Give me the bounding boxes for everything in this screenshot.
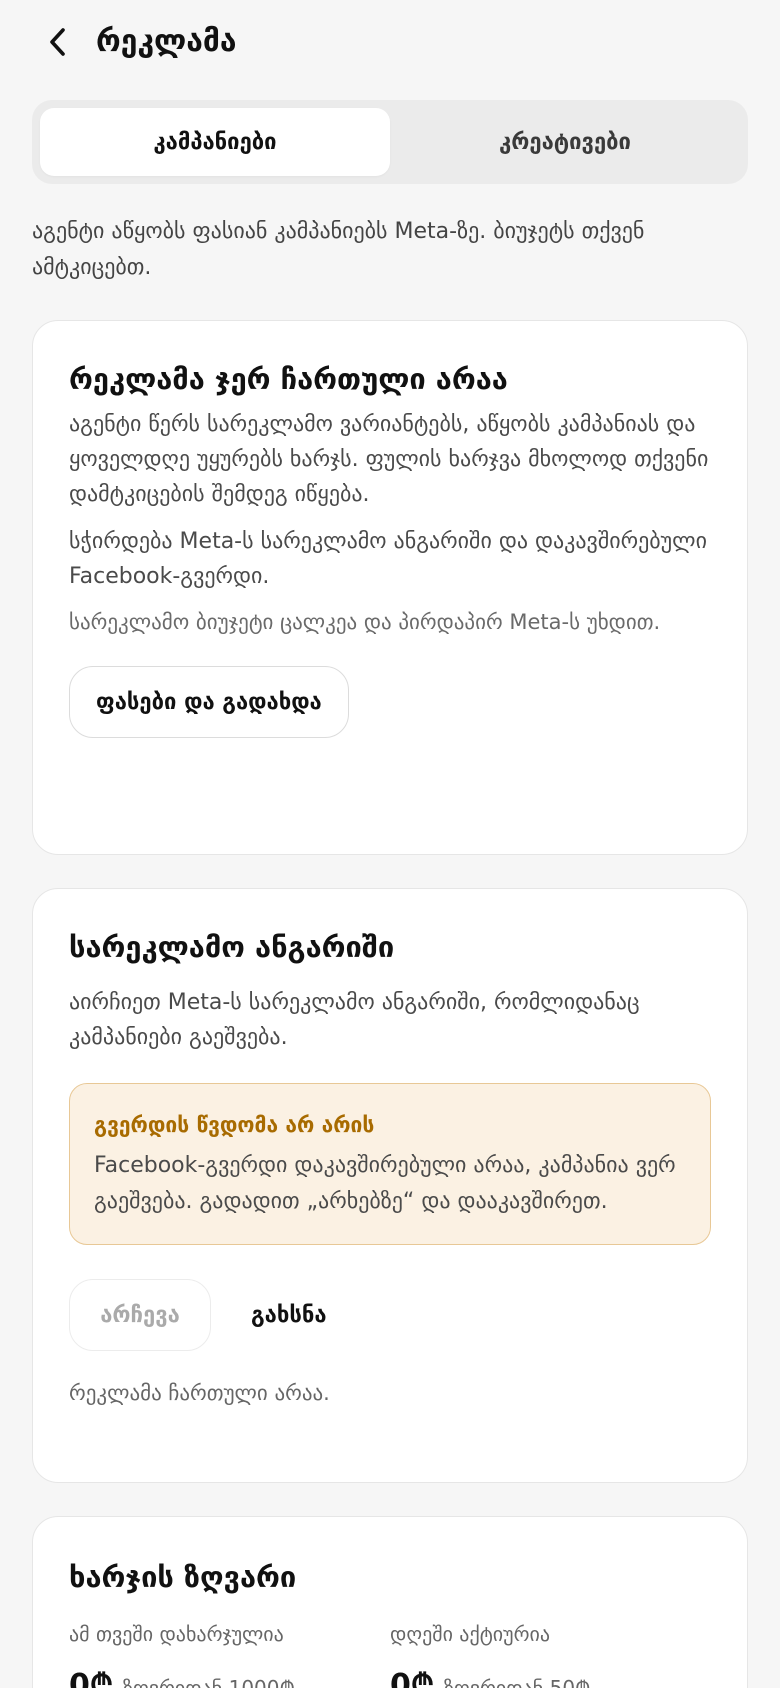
account-card-title: სარეკლამო ანგარიში: [69, 930, 395, 964]
status-card-requirement: სჭირდება Meta-ს სარეკლამო ანგარიში და და…: [69, 529, 707, 589]
status-card-title: რეკლამა ჯერ ჩართული არაა: [69, 362, 508, 396]
tab-creatives[interactable]: კრეატივები: [390, 108, 740, 176]
limit-card-title: ხარჯის ზღვარი: [69, 1560, 297, 1594]
app-header: რეკლამა: [0, 0, 780, 90]
account-card-body: აირჩიეთ Meta-ს სარეკლამო ანგარიში, რომლი…: [69, 990, 640, 1050]
chevron-left-icon: [50, 28, 65, 56]
status-card-note: სარეკლამო ბიუჯეტი ცალკეა და პირდაპირ Met…: [69, 610, 661, 634]
tab-bar: კამპანიები კრეატივები: [32, 100, 748, 184]
daily-spend-value: 0₾: [390, 1668, 435, 1688]
ad-account-card: სარეკლამო ანგარიში აირჩიეთ Meta-ს სარეკლ…: [32, 888, 748, 1483]
intro-text: აგენტი აწყობს ფასიან კამპანიებს Meta-ზე.…: [32, 219, 645, 280]
monthly-spend-limit: ზღვრიდან 1000₾: [123, 1676, 295, 1688]
tab-campaigns[interactable]: კამპანიები: [40, 108, 390, 176]
daily-spend-limit: ზღვრიდან 50₾: [444, 1676, 591, 1688]
daily-spend: დღეში აქტიურია 0₾ ზღვრიდან 50₾: [390, 1619, 711, 1688]
spend-limit-card: ხარჯის ზღვარი ამ თვეში დახარჯულია 0₾ ზღვ…: [32, 1516, 748, 1688]
monthly-spend-label: ამ თვეში დახარჯულია: [69, 1622, 284, 1646]
daily-spend-label: დღეში აქტიურია: [390, 1622, 551, 1646]
back-button[interactable]: [38, 20, 78, 64]
monthly-spend-value: 0₾: [69, 1668, 114, 1688]
status-card-body: აგენტი წერს სარეკლამო ვარიანტებს, აწყობს…: [69, 412, 709, 507]
warning-title: გვერდის წვდომა არ არის: [94, 1113, 375, 1137]
page-title: რეკლამა: [96, 24, 237, 59]
warning-body: Facebook-გვერდი დაკავშირებული არაა, კამპ…: [94, 1153, 676, 1214]
pricing-payment-button[interactable]: ფასები და გადახდა: [69, 666, 349, 738]
select-account-button[interactable]: არჩევა: [69, 1279, 211, 1351]
monthly-spend: ამ თვეში დახარჯულია 0₾ ზღვრიდან 1000₾: [69, 1619, 390, 1688]
ads-status-card: რეკლამა ჯერ ჩართული არაა აგენტი წერს სარ…: [32, 320, 748, 855]
page-access-warning: გვერდის წვდომა არ არის Facebook-გვერდი დ…: [69, 1083, 711, 1245]
open-button[interactable]: გახსნა: [251, 1303, 327, 1328]
ads-status-text: რეკლამა ჩართული არაა.: [69, 1381, 330, 1405]
